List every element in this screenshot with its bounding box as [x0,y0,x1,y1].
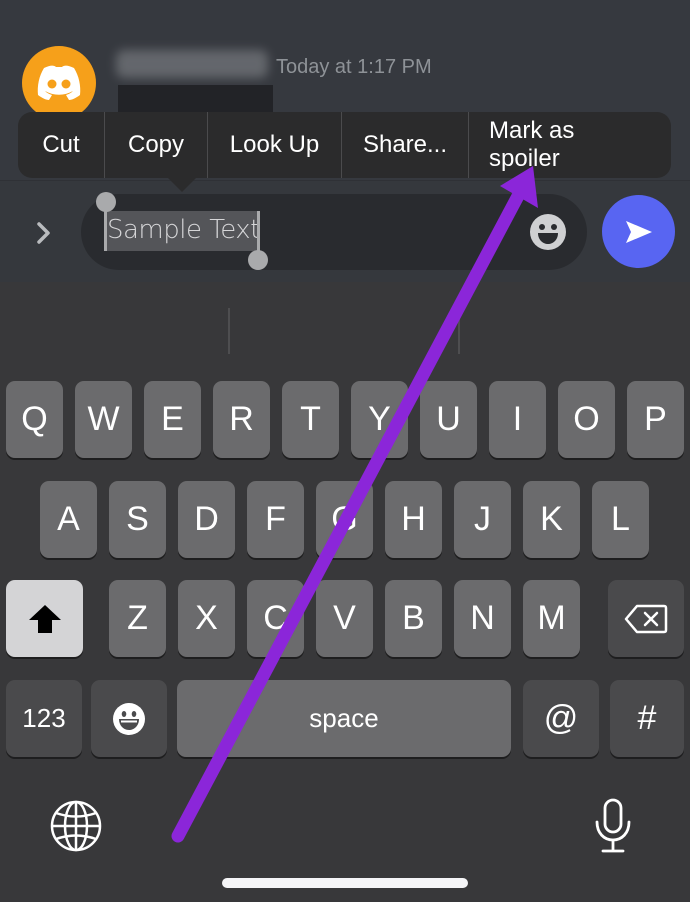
key-j[interactable]: J [454,481,511,558]
key-o[interactable]: O [558,381,615,458]
key-t[interactable]: T [282,381,339,458]
backspace-icon [624,604,668,633]
suggestion-divider [458,308,460,354]
shift-key[interactable] [6,580,83,657]
menu-item-look-up[interactable]: Look Up [208,112,342,178]
user-avatar[interactable] [22,46,96,120]
redacted-message-content [118,85,273,115]
key-y[interactable]: Y [351,381,408,458]
suggestion-divider [228,308,230,354]
menu-item-share[interactable]: Share... [342,112,469,178]
emoji-picker-icon[interactable] [529,213,567,251]
key-b[interactable]: B [385,580,442,657]
selection-start-bar [104,207,107,251]
key-x[interactable]: X [178,580,235,657]
key-h[interactable]: H [385,481,442,558]
send-icon [625,220,652,243]
key-d[interactable]: D [178,481,235,558]
key-r[interactable]: R [213,381,270,458]
selection-start-handle[interactable] [96,192,116,212]
key-w[interactable]: W [75,381,132,458]
key-e[interactable]: E [144,381,201,458]
username-blurred [116,50,268,78]
key-z[interactable]: Z [109,580,166,657]
backspace-key[interactable] [608,580,684,657]
selection-end-handle[interactable] [248,250,268,270]
key-c[interactable]: C [247,580,304,657]
key-f[interactable]: F [247,481,304,558]
send-button[interactable] [602,195,675,268]
microphone-icon[interactable] [594,798,632,854]
key-i[interactable]: I [489,381,546,458]
space-key[interactable]: space [177,680,511,757]
menu-pointer [168,178,196,192]
message-timestamp: Today at 1:17 PM [276,56,432,78]
selection-end-bar [257,211,260,255]
globe-icon[interactable] [50,800,102,852]
chevron-right-icon[interactable] [32,219,56,247]
key-v[interactable]: V [316,580,373,657]
key-k[interactable]: K [523,481,580,558]
discord-logo-icon [37,65,81,100]
key-n[interactable]: N [454,580,511,657]
key-q[interactable]: Q [6,381,63,458]
emoji-icon [113,702,145,735]
key-g[interactable]: G [316,481,373,558]
key-a[interactable]: A [40,481,97,558]
key-l[interactable]: L [592,481,649,558]
menu-item-cut[interactable]: Cut [18,112,105,178]
key-s[interactable]: S [109,481,166,558]
emoji-key[interactable] [91,680,167,757]
shift-arrow-icon [28,604,61,633]
menu-item-mark-as-spoiler[interactable]: Mark as spoiler [469,112,671,178]
key-p[interactable]: P [627,381,684,458]
key-m[interactable]: M [523,580,580,657]
menu-item-copy[interactable]: Copy [105,112,208,178]
message-input-text[interactable]: Sample Text [107,215,260,245]
home-indicator[interactable] [222,878,468,888]
text-context-menu: Cut Copy Look Up Share... Mark as spoile… [18,112,671,178]
key-u[interactable]: U [420,381,477,458]
numbers-key[interactable]: 123 [6,680,82,757]
hash-key[interactable]: # [610,680,684,757]
at-key[interactable]: @ [523,680,599,757]
